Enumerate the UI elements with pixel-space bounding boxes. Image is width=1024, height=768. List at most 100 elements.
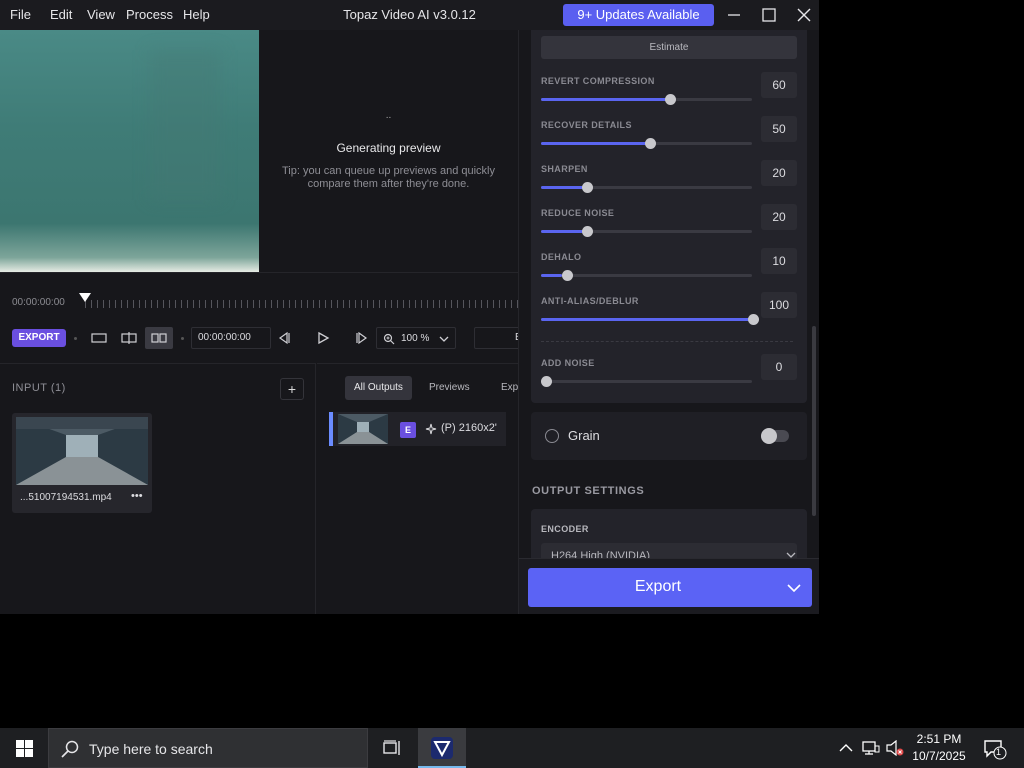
output-settings-title: OUTPUT SETTINGS (532, 485, 645, 497)
slider-fill (541, 186, 584, 189)
loading-indicator: .. (385, 110, 392, 121)
taskbar-search-box[interactable]: Type here to search (48, 728, 368, 768)
network-icon[interactable] (862, 740, 880, 756)
timeline: 00:00:00:00 EXPORT 00:00:00:00 100 % (0, 272, 534, 362)
input-panel: INPUT (1) + ...51007194531.mp4 ••• (0, 363, 316, 614)
slider-track[interactable] (541, 270, 752, 281)
title-bar: File Edit View Process Help Topaz Video … (0, 0, 819, 30)
slider-value-field[interactable]: 10 (761, 248, 797, 274)
slider-track[interactable] (541, 314, 759, 325)
close-icon (797, 8, 811, 22)
grain-toggle[interactable] (761, 428, 789, 444)
task-view-button[interactable] (370, 728, 414, 768)
slider-track[interactable] (541, 94, 752, 105)
slider-fill (541, 318, 752, 321)
tab-previews[interactable]: Previews (420, 376, 479, 400)
encoder-label: ENCODER (541, 524, 589, 534)
minimize-icon (728, 14, 740, 16)
menu-file[interactable]: File (10, 7, 31, 22)
zoom-percent: 100 (401, 333, 418, 344)
slider-knob[interactable] (582, 182, 594, 193)
search-placeholder: Type here to search (89, 741, 213, 757)
input-file-name: ...51007194531.mp4 (20, 492, 112, 503)
slider-track[interactable] (541, 182, 752, 193)
enhanced-preview-pane: .. Generating preview Tip: you can queue… (259, 30, 518, 272)
slider-track[interactable] (541, 376, 752, 387)
timecode-field[interactable]: 00:00:00:00 (191, 327, 271, 349)
export-button[interactable]: Export (528, 568, 812, 607)
playhead-handle[interactable] (79, 293, 91, 302)
slider-value-field[interactable]: 50 (761, 116, 797, 142)
zoom-dropdown[interactable]: 100 % (376, 327, 456, 349)
start-button[interactable] (0, 728, 48, 768)
topaz-app-icon (431, 737, 453, 759)
more-options-button[interactable]: ••• (131, 490, 143, 502)
separator-dot (181, 337, 184, 340)
next-frame-button[interactable] (355, 331, 369, 350)
slider-value-field[interactable]: 100 (761, 292, 797, 318)
menu-view[interactable]: View (87, 7, 115, 22)
slider-value-field[interactable]: 20 (761, 204, 797, 230)
divider (541, 341, 793, 342)
input-file-card[interactable]: ...51007194531.mp4 ••• (12, 413, 152, 513)
zoom-value: 100 % (401, 333, 429, 344)
slider-track[interactable] (541, 138, 752, 149)
slider-label: RECOVER DETAILS (541, 120, 632, 130)
slider-value-field[interactable]: 0 (761, 354, 797, 380)
menu-edit[interactable]: Edit (50, 7, 72, 22)
menu-process[interactable]: Process (126, 7, 173, 22)
timeline-scrubber[interactable] (85, 300, 525, 308)
grain-radio[interactable] (545, 429, 559, 443)
slider-knob[interactable] (541, 376, 552, 387)
split-view-icon (121, 332, 137, 344)
zoom-icon (383, 333, 395, 345)
export-badge: E (400, 422, 416, 438)
minimize-button[interactable] (724, 5, 744, 25)
chevron-down-icon[interactable] (787, 583, 801, 593)
output-resolution: (P) 2160x2' (441, 422, 497, 434)
output-list-item[interactable]: E (P) 2160x2' (329, 412, 506, 446)
slider-knob[interactable] (582, 226, 594, 237)
notifications-button[interactable]: 1 (980, 728, 1020, 768)
slider-value-field[interactable]: 20 (761, 160, 797, 186)
corridor-thumbnail-image (338, 414, 388, 444)
slider-knob[interactable] (561, 270, 573, 281)
split-view-button[interactable] (115, 327, 143, 349)
single-view-button[interactable] (85, 327, 113, 349)
slider-label: REDUCE NOISE (541, 208, 615, 218)
chevron-up-icon[interactable] (838, 740, 854, 756)
export-button-label: Export (634, 578, 682, 595)
generating-preview-title: Generating preview (336, 141, 441, 155)
slider-knob[interactable] (644, 138, 656, 149)
estimate-button[interactable]: Estimate (541, 36, 797, 59)
enhancement-settings-card: Estimate REVERT COMPRESSION 60 RECOVER DET… (531, 30, 807, 403)
clock-time[interactable]: 2:51 PM (900, 732, 978, 746)
play-button[interactable] (316, 331, 330, 350)
original-video-preview (0, 30, 259, 272)
maximize-button[interactable] (759, 5, 779, 25)
side-by-side-view-button[interactable] (145, 327, 173, 349)
video-thumbnail (16, 417, 148, 485)
add-input-button[interactable]: + (280, 378, 304, 400)
scrollbar[interactable] (812, 326, 816, 516)
search-icon (61, 740, 79, 758)
grain-section: Grain (531, 412, 807, 460)
updates-available-button[interactable]: 9+ Updates Available (563, 4, 714, 26)
tab-export[interactable]: Export (492, 376, 518, 400)
topaz-taskbar-app[interactable] (418, 728, 466, 768)
timeline-start-time: 00:00:00:00 (12, 297, 65, 308)
slider-knob[interactable] (665, 94, 677, 105)
slider-track[interactable] (541, 226, 752, 237)
close-button[interactable] (794, 5, 814, 25)
zoom-unit: % (420, 333, 430, 344)
slider-label: SHARPEN (541, 164, 588, 174)
maximize-icon (762, 8, 776, 22)
tab-all-outputs[interactable]: All Outputs (345, 376, 412, 400)
step-forward-icon (356, 331, 368, 345)
slider-knob[interactable] (748, 314, 759, 325)
slider-value-field[interactable]: 60 (761, 72, 797, 98)
menu-help[interactable]: Help (183, 7, 210, 22)
clock-date[interactable]: 10/7/2025 (900, 749, 978, 763)
export-mode-button[interactable]: EXPORT (12, 329, 66, 347)
previous-frame-button[interactable] (277, 331, 291, 350)
